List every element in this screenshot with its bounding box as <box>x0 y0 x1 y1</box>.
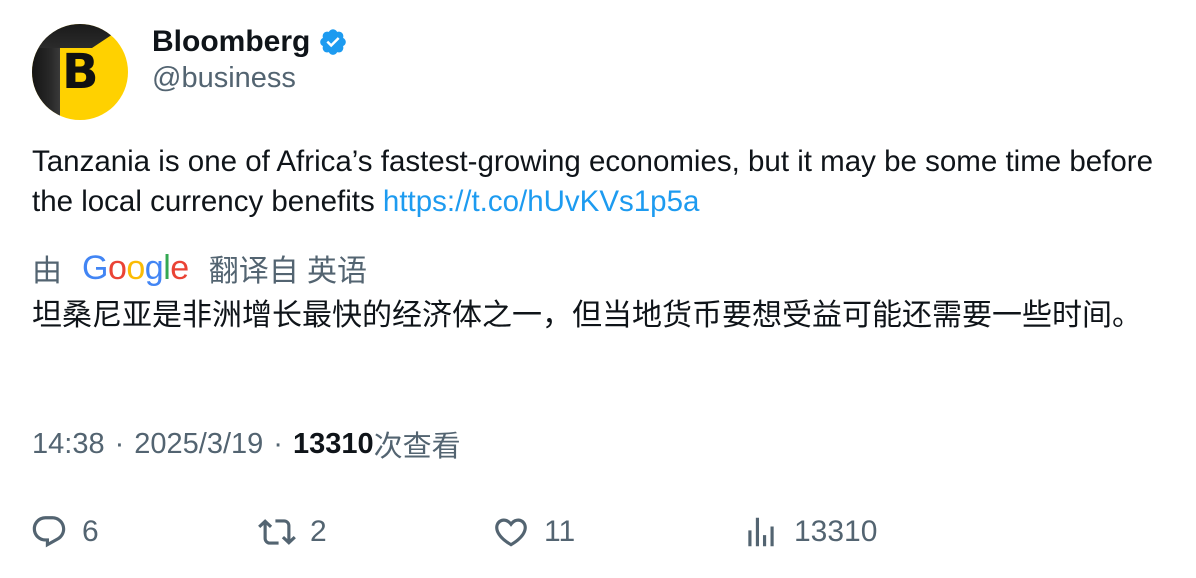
reply-icon <box>32 516 66 548</box>
author-display-name[interactable]: Bloomberg <box>152 25 310 59</box>
meta-separator-2: · <box>273 427 283 460</box>
meta-separator: · <box>114 427 125 460</box>
heart-icon <box>495 518 527 547</box>
avatar[interactable]: B <box>32 24 128 120</box>
author-name-row: Bloomberg <box>152 22 348 62</box>
tweet-time[interactable]: 14:38 <box>32 428 105 461</box>
google-logo: Google <box>82 248 189 287</box>
avatar-letter: B <box>62 44 99 100</box>
tweet-link[interactable]: https://t.co/hUvKVs1p5a <box>383 185 699 218</box>
author-handle[interactable]: @business <box>152 62 296 95</box>
views-count: 13310 <box>292 427 374 460</box>
views-action-count: 13310 <box>794 515 878 548</box>
views-label: 次查看 <box>373 429 461 463</box>
reply-button[interactable]: 6 <box>30 510 99 554</box>
verified-badge-icon <box>318 27 348 57</box>
views-button[interactable]: 13310 <box>742 510 877 554</box>
tweet-text: Tanzania is one of Africa’s fastest-grow… <box>32 142 1172 222</box>
translation-prefix: 由 <box>32 255 62 288</box>
like-count: 11 <box>544 515 576 548</box>
tweet: B Bloomberg @business Tanzania is one of… <box>0 0 1196 578</box>
tweet-meta: 14:38 · 2025/3/19 · 13310 次查看 <box>32 424 461 464</box>
retweet-icon <box>258 519 296 545</box>
retweet-button[interactable]: 2 <box>258 510 327 554</box>
analytics-icon <box>748 517 774 547</box>
translation-attribution: 由 Google 翻译自 英语 <box>32 246 367 290</box>
action-bar: 6 2 11 13310 <box>30 510 1170 554</box>
tweet-date[interactable]: 2025/3/19 <box>134 428 263 461</box>
retweet-count: 2 <box>310 515 327 548</box>
translation-suffix: 翻译自 英语 <box>208 255 368 288</box>
like-button[interactable]: 11 <box>492 510 575 554</box>
reply-count: 6 <box>82 515 99 548</box>
translated-tweet-text: 坦桑尼亚是非洲增长最快的经济体之一，但当地货币要想受益可能还需要一些时间。 <box>32 298 1142 333</box>
